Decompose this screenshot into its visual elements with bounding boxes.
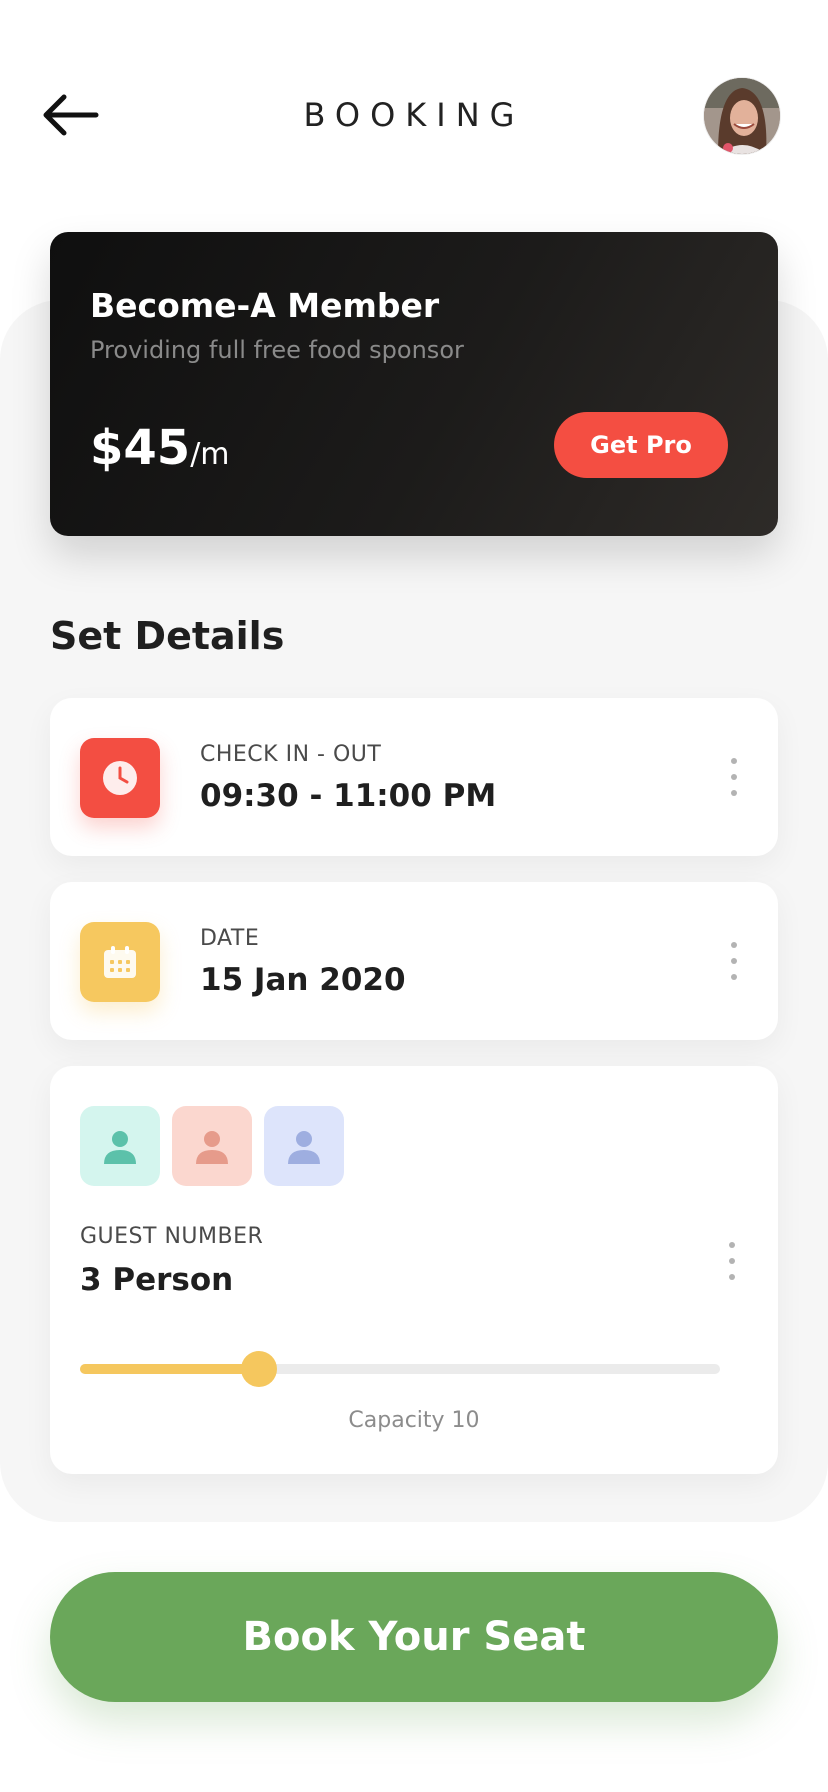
clock-icon-tile — [80, 738, 160, 818]
calendar-icon-tile — [80, 922, 160, 1002]
calendar-icon — [104, 946, 136, 978]
person-icon — [196, 1131, 228, 1164]
membership-card: Become-A Member Providing full free food… — [50, 232, 778, 536]
guest-tile-3[interactable] — [264, 1106, 344, 1186]
guest-slider-fill — [80, 1364, 260, 1374]
date-value: 15 Jan 2020 — [200, 962, 406, 998]
guest-slider-thumb[interactable] — [241, 1351, 278, 1387]
book-seat-button[interactable]: Book Your Seat — [50, 1572, 778, 1702]
date-label: DATE — [200, 926, 260, 951]
membership-price: $45/m — [90, 420, 230, 476]
person-icon — [104, 1131, 136, 1164]
clock-icon — [103, 761, 137, 795]
membership-title: Become-A Member — [90, 286, 440, 325]
section-title: Set Details — [50, 614, 285, 658]
price-unit: /m — [190, 437, 230, 472]
guest-label: GUEST NUMBER — [80, 1224, 264, 1249]
guest-card: GUEST NUMBER 3 Person Capacity 10 — [50, 1066, 778, 1474]
capacity-label: Capacity 10 — [348, 1408, 480, 1433]
guest-tile-2[interactable] — [172, 1106, 252, 1186]
avatar[interactable] — [704, 78, 780, 154]
guest-tile-1[interactable] — [80, 1106, 160, 1186]
get-pro-button[interactable]: Get Pro — [554, 412, 728, 478]
person-icon — [288, 1131, 320, 1164]
more-options-icon[interactable] — [724, 1242, 740, 1282]
membership-subtitle: Providing full free food sponsor — [90, 336, 464, 364]
guest-value: 3 Person — [80, 1262, 234, 1298]
more-options-icon[interactable] — [726, 942, 742, 982]
more-options-icon[interactable] — [726, 758, 742, 798]
date-card[interactable]: DATE 15 Jan 2020 — [50, 882, 778, 1040]
price-value: $45 — [90, 420, 191, 476]
checkin-card[interactable]: CHECK IN - OUT 09:30 - 11:00 PM — [50, 698, 778, 856]
checkin-label: CHECK IN - OUT — [200, 742, 382, 767]
checkin-value: 09:30 - 11:00 PM — [200, 778, 497, 814]
